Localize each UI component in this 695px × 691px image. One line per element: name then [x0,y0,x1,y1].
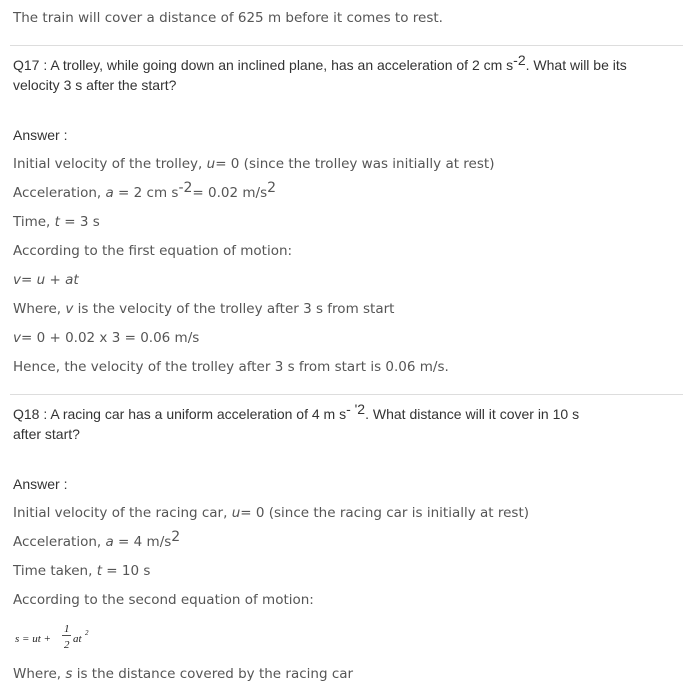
q18-question: Q18 : A racing car has a uniform acceler… [13,401,683,444]
q18-question-sup: - '2 [346,401,366,417]
q17-line-calculation: v= 0 + 0.02 x 3 = 0.06 m/s [13,330,200,346]
q18-line-time: Time taken, t = 10 s [13,563,151,579]
q17-answer-label: Answer : [13,127,68,143]
formula-exponent: 2 [85,629,89,637]
q17-question-line2: velocity 3 s after the start? [13,77,177,93]
q18-question-line2: after start? [13,426,80,442]
q17-question-text-b: . What will be its [525,57,627,73]
q18-formula-equation: s = ut + 1 2 at 2 [15,623,89,651]
q17-label: Q17 : [13,57,48,73]
q18-line-initial-velocity: Initial velocity of the racing car, u= 0… [13,505,530,521]
q17-line-acceleration: Acceleration, a = 2 cm s-2= 0.02 m/s2 [13,180,277,201]
formula-left: s = ut + [15,633,51,645]
q17-line-equation: v= u + at [13,272,79,288]
q18-label: Q18 : [13,406,48,422]
q18-question-text-b: . What distance will it cover in 10 s [365,406,580,422]
q17-question-text: A trolley, while going down an inclined … [50,57,514,73]
q17-line-conclusion: Hence, the velocity of the trolley after… [13,359,449,375]
formula-denominator: 2 [64,639,70,651]
q18-question-text: A racing car has a uniform acceleration … [50,406,347,422]
divider [10,394,683,395]
q18-answer-label: Answer : [13,476,68,492]
formula-numerator: 1 [64,623,70,635]
divider [10,45,683,46]
q17-question: Q17 : A trolley, while going down an inc… [13,52,683,95]
q18-line-equation-intro: According to the second equation of moti… [13,592,314,608]
q18-line-acceleration: Acceleration, a = 4 m/s2 [13,529,181,550]
intro-text: The train will cover a distance of 625 m… [13,10,443,26]
q17-line-equation-intro: According to the first equation of motio… [13,243,293,259]
q17-line-initial-velocity: Initial velocity of the trolley, u= 0 (s… [13,156,495,172]
q17-line-time: Time, t = 3 s [13,214,100,230]
q17-question-sup: -2 [513,52,526,68]
formula-right: at [73,633,83,645]
q17-line-where: Where, v is the velocity of the trolley … [13,301,395,317]
q18-line-where: Where, s is the distance covered by the … [13,666,354,682]
